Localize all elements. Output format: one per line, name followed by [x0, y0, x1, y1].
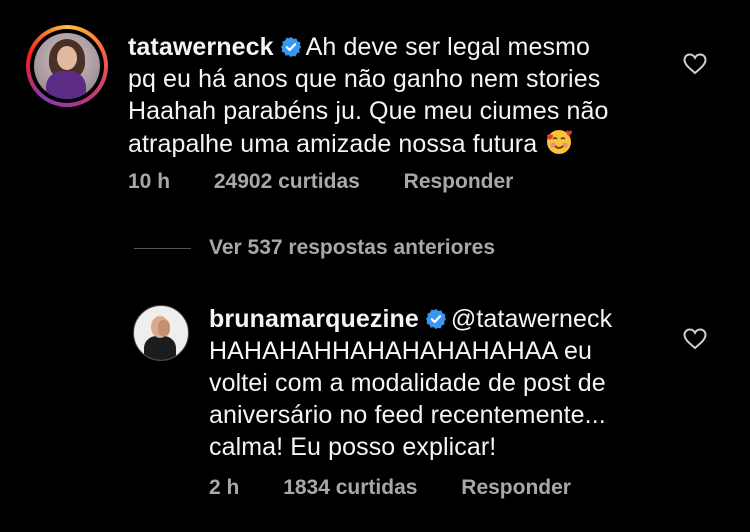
- comment1-line4: atrapalhe uma amizade nossa futura: [128, 127, 574, 160]
- reply-button[interactable]: Responder: [404, 170, 514, 193]
- comment2-meta: 2 h 1834 curtidas Responder: [209, 476, 609, 500]
- comment2-line3: voltei com a modalidade de post de: [209, 369, 606, 397]
- mention-link[interactable]: @tatawerneck: [451, 305, 612, 333]
- comment-text: Ah deve ser legal mesmo: [305, 33, 591, 61]
- comment1-meta: 10 h 24902 curtidas Responder: [128, 170, 551, 194]
- comment-text: atrapalhe uma amizade nossa futura: [128, 130, 538, 158]
- comment2-line4: aniversário no feed recentemente...: [209, 401, 606, 429]
- likes-count[interactable]: 1834 curtidas: [283, 476, 417, 499]
- comment-timestamp: 2 h: [209, 476, 240, 499]
- username-tatawerneck[interactable]: tatawerneck: [128, 33, 274, 61]
- comment1-line2: pq eu há anos que não ganho nem stories: [128, 65, 601, 93]
- reply-button[interactable]: Responder: [461, 476, 571, 499]
- heart-icon[interactable]: [682, 327, 708, 351]
- verified-badge-icon: [280, 36, 301, 58]
- avatar-tatawerneck[interactable]: [34, 33, 100, 99]
- smiling-face-with-hearts-icon: [547, 130, 573, 154]
- comment1-line3: Haahah parabéns ju. Que meu ciumes não: [128, 97, 609, 125]
- comment-timestamp: 10 h: [128, 170, 171, 193]
- heart-icon[interactable]: [682, 52, 708, 76]
- replies-divider: [134, 248, 191, 249]
- likes-count[interactable]: 24902 curtidas: [214, 170, 360, 193]
- verified-badge-icon: [425, 308, 446, 330]
- view-previous-replies-button[interactable]: Ver 537 respostas anteriores: [209, 236, 495, 260]
- username-brunamarquezine[interactable]: brunamarquezine: [209, 305, 419, 333]
- comment2-line1: brunamarquezine @tatawerneck: [209, 303, 612, 335]
- comment2-line2: HAHAHAHHAHAHAHAHAHAA eu: [209, 337, 592, 365]
- comment1-line1: tatawerneck Ah deve ser legal mesmo: [128, 31, 590, 63]
- comment2-line5: calma! Eu posso explicar!: [209, 433, 497, 461]
- avatar-brunamarquezine[interactable]: [133, 305, 189, 361]
